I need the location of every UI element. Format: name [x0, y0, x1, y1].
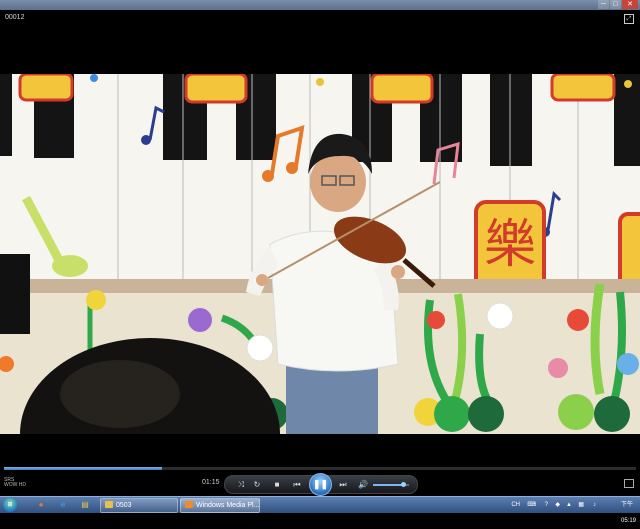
transport-controls: ⤨ ↻ ■ ⏮ ❚❚ ⏭ 🔊 [224, 473, 418, 496]
taskbar-item-media-player[interactable]: Windows Media Pl... [180, 498, 260, 513]
piano [0, 254, 30, 334]
speaker-icon[interactable]: ♪ [593, 497, 596, 513]
viewer-info-bar: 00012 ⤢ [0, 10, 640, 26]
help-icon[interactable]: ? [545, 497, 548, 513]
next-button[interactable]: ⏭ [337, 479, 349, 490]
volume-knob[interactable] [401, 482, 407, 487]
start-button[interactable]: ⊞ [3, 498, 17, 512]
internet-explorer-icon[interactable]: e [56, 499, 70, 511]
pause-button[interactable]: ❚❚ [309, 473, 332, 496]
clock[interactable]: 下午 05:19 [621, 497, 636, 529]
taskbar-item-folder[interactable]: 0503 [100, 498, 178, 513]
volume-level [373, 484, 404, 486]
srs-logo: SRS WOW HD [4, 477, 26, 488]
keyboard-icon[interactable]: ⌨ [527, 497, 536, 513]
mute-button[interactable]: 🔊 [357, 479, 369, 490]
maximize-button[interactable]: □ [610, 0, 621, 9]
switch-to-library-icon[interactable] [624, 479, 634, 488]
video-scene: 樂 [0, 74, 640, 434]
tray-arrow-icon[interactable]: ▲ [566, 497, 572, 513]
firefox-icon[interactable]: ● [34, 499, 48, 511]
frame-counter: 00012 [5, 14, 25, 21]
svg-text:樂: 樂 [484, 215, 536, 275]
window-title-bar[interactable]: ─ □ ✕ [0, 0, 640, 10]
shuffle-button[interactable]: ⤨ [235, 479, 247, 490]
elapsed-time: 01:15 [202, 479, 220, 486]
media-player-icon [185, 501, 193, 508]
repeat-button[interactable]: ↻ [251, 479, 263, 490]
close-button[interactable]: ✕ [622, 0, 638, 9]
window-controls: ─ □ ✕ [597, 0, 638, 10]
ime-icon[interactable]: ◆ [555, 497, 560, 513]
video-frame[interactable]: 樂 [0, 74, 640, 434]
previous-button[interactable]: ⏮ [291, 479, 303, 490]
player-controls: SRS WOW HD 01:15 ⤨ ↻ ■ ⏮ ❚❚ ⏭ 🔊 [0, 470, 640, 496]
language-indicator[interactable]: CH [511, 497, 520, 513]
minimize-button[interactable]: ─ [598, 0, 609, 9]
taskbar: ⊞ ● e ▤ 0503 Windows Media Pl... CH ⌨ ? … [0, 496, 640, 524]
fullscreen-icon[interactable]: ⤢ [624, 14, 634, 24]
stop-button[interactable]: ■ [271, 479, 283, 490]
volume-slider[interactable] [373, 482, 409, 487]
file-explorer-icon[interactable]: ▤ [78, 499, 92, 511]
network-icon[interactable]: ▦ [578, 497, 584, 513]
folder-icon [105, 501, 113, 508]
